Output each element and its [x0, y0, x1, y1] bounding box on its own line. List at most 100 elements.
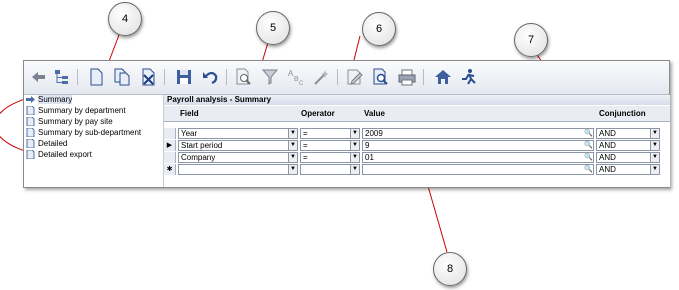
- conjunction-select[interactable]: AND ▼: [596, 164, 660, 175]
- chevron-down-icon[interactable]: ▼: [288, 165, 297, 174]
- value-text: 9: [365, 141, 370, 150]
- row-selector[interactable]: ✱: [164, 164, 176, 175]
- wand-icon[interactable]: [311, 67, 331, 87]
- conjunction-value: AND: [599, 165, 616, 174]
- operator-select[interactable]: = ▼: [300, 128, 360, 139]
- document-icon: [26, 127, 35, 138]
- row-selector[interactable]: [164, 128, 176, 139]
- tree-item-summary[interactable]: Summary: [26, 95, 73, 105]
- value-input[interactable]: 🔍: [362, 164, 594, 175]
- arrow-icon: [26, 95, 35, 104]
- edit-document-icon[interactable]: [345, 67, 365, 87]
- tree-icon[interactable]: [52, 67, 72, 87]
- conjunction-value: AND: [599, 141, 616, 150]
- search-document-icon[interactable]: [234, 67, 254, 87]
- value-input[interactable]: 2009 🔍: [362, 128, 594, 139]
- lookup-icon[interactable]: 🔍: [584, 153, 593, 162]
- tree-item-summary-by-pay-site[interactable]: Summary by pay site: [26, 116, 113, 127]
- row-selector[interactable]: [164, 152, 176, 163]
- application-window: ABC Summary Summary by department Summar…: [23, 60, 670, 188]
- tree-item-detailed[interactable]: Detailed: [26, 138, 68, 149]
- back-icon[interactable]: [29, 67, 49, 87]
- chevron-down-icon[interactable]: ▼: [288, 129, 297, 138]
- lookup-icon[interactable]: 🔍: [584, 141, 593, 150]
- value-input[interactable]: 01 🔍: [362, 152, 594, 163]
- callout-5: 5: [256, 11, 290, 45]
- lookup-icon[interactable]: 🔍: [584, 165, 593, 174]
- value-text: 2009: [365, 129, 383, 138]
- tree-item-label: Summary by department: [38, 106, 126, 115]
- conjunction-value: AND: [599, 153, 616, 162]
- conjunction-select[interactable]: AND ▼: [596, 128, 660, 139]
- field-select[interactable]: Company ▼: [178, 152, 298, 163]
- print-icon[interactable]: [397, 67, 417, 87]
- field-select[interactable]: Start period ▼: [178, 140, 298, 151]
- lookup-icon[interactable]: 🔍: [584, 129, 593, 138]
- report-tree: Summary Summary by department Summary by…: [24, 95, 162, 187]
- field-value: Year: [181, 129, 198, 138]
- tree-item-detailed-export[interactable]: Detailed export: [26, 149, 92, 160]
- column-header-value[interactable]: Value: [364, 109, 385, 118]
- document-icon: [26, 138, 35, 149]
- field-select[interactable]: ▼: [178, 164, 298, 175]
- filter-icon[interactable]: [260, 67, 280, 87]
- home-icon[interactable]: [433, 67, 453, 87]
- undo-icon[interactable]: [200, 67, 220, 87]
- field-select[interactable]: Year ▼: [178, 128, 298, 139]
- column-header-operator[interactable]: Operator: [301, 109, 335, 118]
- chevron-down-icon[interactable]: ▼: [650, 165, 659, 174]
- criteria-grid: Payroll analysis - Summary Field Operato…: [163, 95, 670, 187]
- callout-8: 8: [433, 252, 467, 286]
- conjunction-select[interactable]: AND ▼: [596, 140, 660, 151]
- chevron-down-icon[interactable]: ▼: [350, 129, 359, 138]
- chevron-down-icon[interactable]: ▼: [650, 129, 659, 138]
- callout-6: 6: [362, 12, 396, 46]
- table-row[interactable]: ▶ Start period ▼ = ▼ 9 🔍 AND ▼: [164, 140, 670, 151]
- row-selector[interactable]: ▶: [164, 140, 176, 151]
- field-value: Company: [181, 153, 216, 162]
- operator-select[interactable]: = ▼: [300, 140, 360, 151]
- table-row-new[interactable]: ✱ ▼ ▼ 🔍 AND ▼: [164, 164, 670, 175]
- tree-item-summary-by-department[interactable]: Summary by department: [26, 105, 126, 116]
- exit-icon[interactable]: [459, 67, 479, 87]
- operator-value: =: [303, 153, 308, 162]
- field-value: Start period: [181, 141, 223, 150]
- grid-header: Field Operator Value Conjunction: [164, 106, 670, 122]
- operator-value: =: [303, 141, 308, 150]
- tree-item-label: Summary: [38, 95, 73, 104]
- value-text: 01: [365, 153, 374, 162]
- column-header-conjunction[interactable]: Conjunction: [599, 109, 646, 118]
- save-icon[interactable]: [174, 67, 194, 87]
- conjunction-value: AND: [599, 129, 616, 138]
- chevron-down-icon[interactable]: ▼: [288, 153, 297, 162]
- new-document-icon[interactable]: [86, 67, 106, 87]
- abc-sort-icon[interactable]: ABC: [286, 67, 306, 87]
- chevron-down-icon[interactable]: ▼: [350, 153, 359, 162]
- query-icon[interactable]: [371, 67, 391, 87]
- column-header-field[interactable]: Field: [180, 109, 199, 118]
- callout-4: 4: [108, 2, 142, 36]
- operator-select[interactable]: ▼: [300, 164, 360, 175]
- chevron-down-icon[interactable]: ▼: [350, 165, 359, 174]
- tree-item-summary-by-sub-department[interactable]: Summary by sub-department: [26, 127, 142, 138]
- chevron-down-icon[interactable]: ▼: [650, 153, 659, 162]
- copy-document-icon[interactable]: [112, 67, 132, 87]
- toolbar: ABC: [24, 61, 669, 95]
- operator-value: =: [303, 129, 308, 138]
- svg-text:C: C: [299, 81, 304, 87]
- value-input[interactable]: 9 🔍: [362, 140, 594, 151]
- callout-7: 7: [514, 23, 548, 57]
- table-row[interactable]: Year ▼ = ▼ 2009 🔍 AND ▼: [164, 128, 670, 139]
- operator-select[interactable]: = ▼: [300, 152, 360, 163]
- tree-item-label: Summary by pay site: [38, 117, 113, 126]
- delete-document-icon[interactable]: [138, 67, 158, 87]
- table-row[interactable]: Company ▼ = ▼ 01 🔍 AND ▼: [164, 152, 670, 163]
- tree-item-label: Summary by sub-department: [38, 128, 142, 137]
- conjunction-select[interactable]: AND ▼: [596, 152, 660, 163]
- chevron-down-icon[interactable]: ▼: [288, 141, 297, 150]
- tree-item-label: Detailed: [38, 139, 68, 148]
- document-icon: [26, 105, 35, 116]
- chevron-down-icon[interactable]: ▼: [350, 141, 359, 150]
- chevron-down-icon[interactable]: ▼: [650, 141, 659, 150]
- tree-item-label: Detailed export: [38, 150, 92, 159]
